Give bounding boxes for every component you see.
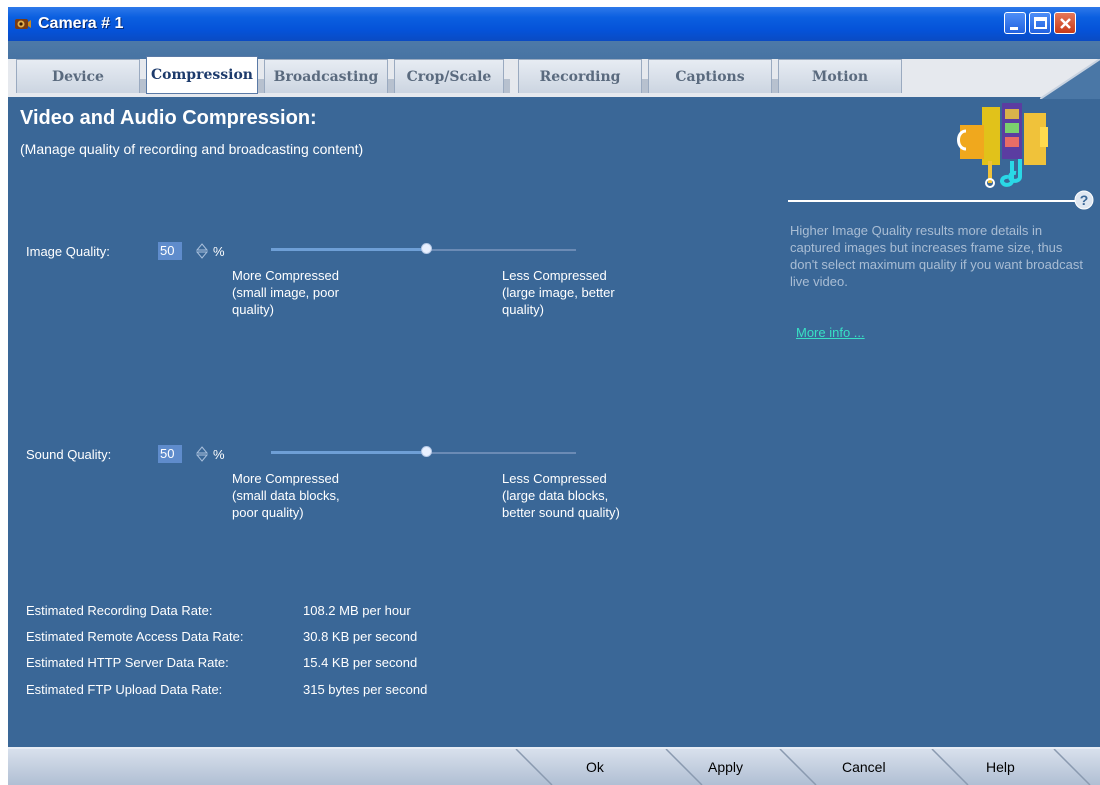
tab-broadcasting[interactable]: Broadcasting [264, 59, 388, 93]
image-quality-input[interactable]: 50 [158, 242, 182, 260]
help-divider [788, 200, 1075, 202]
title-bar[interactable]: Camera # 1 [8, 7, 1100, 41]
tab-recording[interactable]: Recording [518, 59, 642, 93]
tab-separator [504, 79, 510, 93]
window-title: Camera # 1 [38, 15, 124, 32]
note-line: better sound quality) [502, 505, 620, 520]
image-quality-unit: % [213, 244, 225, 259]
maximize-button[interactable] [1029, 12, 1051, 34]
note-line: (small data blocks, [232, 488, 340, 503]
ftp-upload-rate-value: 315 bytes per second [303, 682, 428, 697]
note-line: (small image, poor [232, 285, 339, 300]
more-info-link[interactable]: More info ... [796, 325, 865, 340]
slider-thumb[interactable] [421, 243, 432, 254]
tab-strip-corner [1040, 59, 1100, 99]
image-quality-low-note: More Compressed (small image, poor quali… [232, 267, 339, 318]
minimize-button[interactable] [1004, 12, 1026, 34]
image-quality-high-note: Less Compressed (large image, better qua… [502, 267, 615, 318]
ok-button[interactable]: Ok [586, 759, 604, 775]
note-line: (large image, better [502, 285, 615, 300]
slider-thumb[interactable] [421, 446, 432, 457]
sound-quality-spinner[interactable] [194, 445, 210, 463]
sound-quality-low-note: More Compressed (small data blocks, poor… [232, 470, 340, 521]
sound-quality-unit: % [213, 447, 225, 462]
note-line: (large data blocks, [502, 488, 609, 503]
note-line: quality) [502, 302, 544, 317]
image-quality-label: Image Quality: [26, 244, 110, 259]
note-line: Less Compressed [502, 471, 607, 486]
button-separator [1053, 749, 1091, 785]
http-server-rate-label: Estimated HTTP Server Data Rate: [26, 655, 229, 670]
help-question-icon[interactable]: ? [1074, 190, 1094, 210]
tab-device[interactable]: Device [16, 59, 140, 93]
sound-quality-label: Sound Quality: [26, 447, 112, 462]
ftp-upload-rate-label: Estimated FTP Upload Data Rate: [26, 682, 223, 697]
page-title: Video and Audio Compression: [20, 107, 317, 129]
tab-compression[interactable]: Compression [146, 56, 258, 94]
camera-app-icon [14, 16, 32, 32]
recording-rate-label: Estimated Recording Data Rate: [26, 603, 213, 618]
page-subtitle: (Manage quality of recording and broadca… [20, 141, 364, 157]
sound-quality-input[interactable]: 50 [158, 445, 182, 463]
svg-text:?: ? [1080, 192, 1089, 208]
tab-crop-scale[interactable]: Crop/Scale [394, 59, 504, 93]
help-button[interactable]: Help [986, 759, 1015, 775]
http-server-rate-value: 15.4 KB per second [303, 655, 418, 670]
button-separator [779, 749, 817, 785]
help-description: Higher Image Quality results more detail… [790, 223, 1083, 289]
remote-access-rate-label: Estimated Remote Access Data Rate: [26, 629, 244, 644]
remote-access-rate-value: 30.8 KB per second [303, 629, 418, 644]
apply-button[interactable]: Apply [708, 759, 743, 775]
image-quality-slider[interactable] [271, 243, 581, 259]
note-line: quality) [232, 302, 274, 317]
button-separator [931, 749, 969, 785]
note-line: More Compressed [232, 268, 339, 283]
tab-captions[interactable]: Captions [648, 59, 772, 93]
image-quality-spinner[interactable] [194, 242, 210, 260]
recording-rate-value: 108.2 MB per hour [303, 603, 411, 618]
slider-filled-track [271, 248, 426, 251]
button-separator [515, 749, 553, 785]
compression-logo-icon [957, 103, 1048, 188]
camera-settings-window: Camera # 1 Device Compression Broadcasti… [8, 7, 1100, 785]
close-button[interactable] [1054, 12, 1076, 34]
cancel-button[interactable]: Cancel [842, 759, 886, 775]
button-separator [665, 749, 703, 785]
tab-motion[interactable]: Motion [778, 59, 902, 93]
note-line: Less Compressed [502, 268, 607, 283]
slider-empty-track [426, 249, 576, 251]
sound-quality-slider[interactable] [271, 446, 581, 462]
note-line: poor quality) [232, 505, 304, 520]
note-line: More Compressed [232, 471, 339, 486]
slider-empty-track [426, 452, 576, 454]
sound-quality-high-note: Less Compressed (large data blocks, bett… [502, 470, 620, 521]
slider-filled-track [271, 451, 426, 454]
